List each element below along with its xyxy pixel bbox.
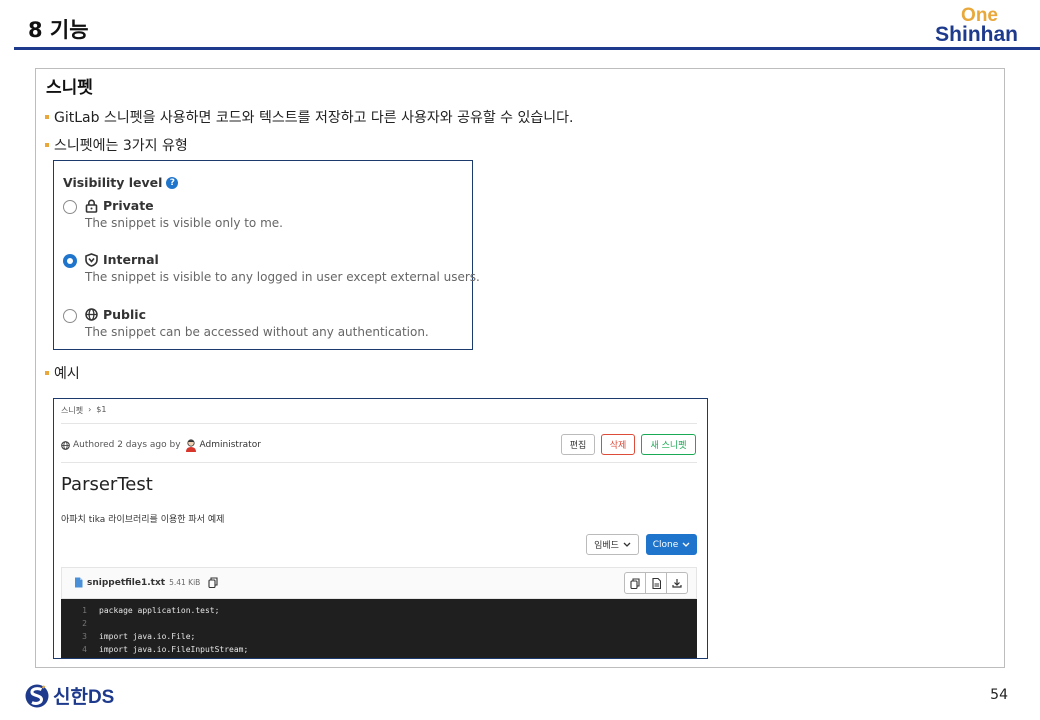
file-actions <box>624 572 688 594</box>
visibility-level-title: Visibility level ? <box>63 175 179 190</box>
radio-internal[interactable] <box>63 254 77 268</box>
embed-dropdown[interactable]: 임베드 <box>586 534 639 555</box>
divider <box>61 462 697 463</box>
option-description: The snippet is visible to any logged in … <box>85 270 480 284</box>
option-header: Public <box>85 307 146 322</box>
globe-icon <box>61 440 70 450</box>
chevron-down-icon <box>623 542 631 547</box>
bullet-text: 예시 <box>54 366 80 382</box>
file-icon <box>75 577 83 588</box>
visibility-level-label: Visibility level <box>63 175 163 190</box>
radio-public[interactable] <box>63 309 77 323</box>
snippet-title: ParserTest <box>61 474 153 495</box>
authored-info: Authored 2 days ago by Administrator <box>61 438 261 452</box>
snippet-description: 아파치 tika 라이브러리를 이용한 파서 예제 <box>61 515 225 525</box>
code-line: 3 import java.io.File; <box>61 630 697 642</box>
line-number: 3 <box>82 631 87 641</box>
globe-icon <box>85 308 98 321</box>
bullet-marker <box>45 371 49 375</box>
avatar[interactable] <box>185 438 197 452</box>
divider <box>61 423 697 424</box>
line-number: 1 <box>82 605 87 615</box>
option-description: The snippet can be accessed without any … <box>85 325 429 339</box>
code-line: 2 <box>61 617 697 629</box>
slide-title: 8 기능 <box>28 18 89 42</box>
footer-brand: 신한DS <box>53 687 115 708</box>
radio-private[interactable] <box>63 200 77 214</box>
authored-text: Authored 2 days ago by <box>73 440 181 450</box>
page-number: 54 <box>990 687 1008 703</box>
delete-button[interactable]: 삭제 <box>601 434 635 455</box>
visibility-level-panel: Visibility level ? Private The snippet i… <box>53 160 480 350</box>
file-raw-icon <box>651 577 661 589</box>
line-content: import java.io.File; <box>99 631 196 641</box>
snippet-example-screenshot: 스니펫 › $1 Authored 2 days ago by Administ… <box>53 398 708 659</box>
file-info: snippetfile1.txt 5.41 KiB <box>74 577 218 588</box>
download-button[interactable] <box>666 572 688 594</box>
open-raw-button[interactable] <box>645 572 667 594</box>
breadcrumb-current[interactable]: $1 <box>96 405 106 416</box>
embed-label: 임베드 <box>594 541 619 551</box>
logo-shinhan-text: Shinhan <box>935 23 1018 46</box>
option-label: Private <box>103 198 154 213</box>
shield-icon <box>85 252 98 267</box>
shinhan-ds-logo: 신한DS <box>25 682 114 709</box>
option-header: Internal <box>85 252 159 267</box>
code-line: 4 import java.io.FileInputStream; <box>61 643 697 655</box>
option-header: Private <box>85 198 154 213</box>
file-header: snippetfile1.txt 5.41 KiB <box>61 567 697 599</box>
edit-button[interactable]: 편집 <box>561 434 595 455</box>
header-divider <box>14 47 1040 50</box>
section-heading: 스니펫 <box>46 78 93 98</box>
option-label: Public <box>103 307 146 322</box>
copy-icon <box>630 577 640 589</box>
chevron-down-icon <box>682 542 690 547</box>
bullet-marker <box>45 115 49 119</box>
file-size: 5.41 KiB <box>169 578 201 587</box>
code-viewer[interactable]: 1 package application.test; 2 3 import j… <box>61 599 697 658</box>
line-content: import java.io.FileInputStream; <box>99 644 249 654</box>
download-icon <box>672 579 682 588</box>
line-content: package application.test; <box>99 605 220 615</box>
clone-dropdown[interactable]: Clone <box>646 534 697 555</box>
line-number: 2 <box>82 618 87 628</box>
bullet-item: 예시 <box>45 363 80 383</box>
breadcrumb: 스니펫 › $1 <box>61 405 106 416</box>
one-shinhan-logo: One Shinhan <box>935 6 1018 45</box>
breadcrumb-separator: › <box>88 405 92 414</box>
code-line: 1 package application.test; <box>61 604 697 616</box>
option-label: Internal <box>103 252 159 267</box>
bullet-item: 스니펫에는 3가지 유형 <box>45 135 188 155</box>
bullet-item: GitLab 스니펫을 사용하면 코드와 텍스트를 저장하고 다른 사용자와 공… <box>45 107 573 127</box>
lock-icon <box>85 199 98 213</box>
copy-icon[interactable] <box>208 577 218 588</box>
bullet-text: 스니펫에는 3가지 유형 <box>54 138 188 154</box>
new-snippet-button[interactable]: 새 스니펫 <box>641 434 696 455</box>
bullet-text: GitLab 스니펫을 사용하면 코드와 텍스트를 저장하고 다른 사용자와 공… <box>54 110 574 126</box>
breadcrumb-snippets-link[interactable]: 스니펫 <box>61 405 83 416</box>
line-number: 4 <box>82 644 87 654</box>
copy-contents-button[interactable] <box>624 572 646 594</box>
help-icon[interactable]: ? <box>166 176 179 189</box>
shinhan-s-emblem-icon <box>25 684 49 707</box>
bullet-marker <box>45 143 49 147</box>
clone-label: Clone <box>652 539 679 550</box>
content-frame: 스니펫 GitLab 스니펫을 사용하면 코드와 텍스트를 저장하고 다른 사용… <box>35 68 1005 668</box>
file-name: snippetfile1.txt <box>87 577 166 588</box>
author-name[interactable]: Administrator <box>200 440 261 450</box>
option-description: The snippet is visible only to me. <box>85 216 283 230</box>
